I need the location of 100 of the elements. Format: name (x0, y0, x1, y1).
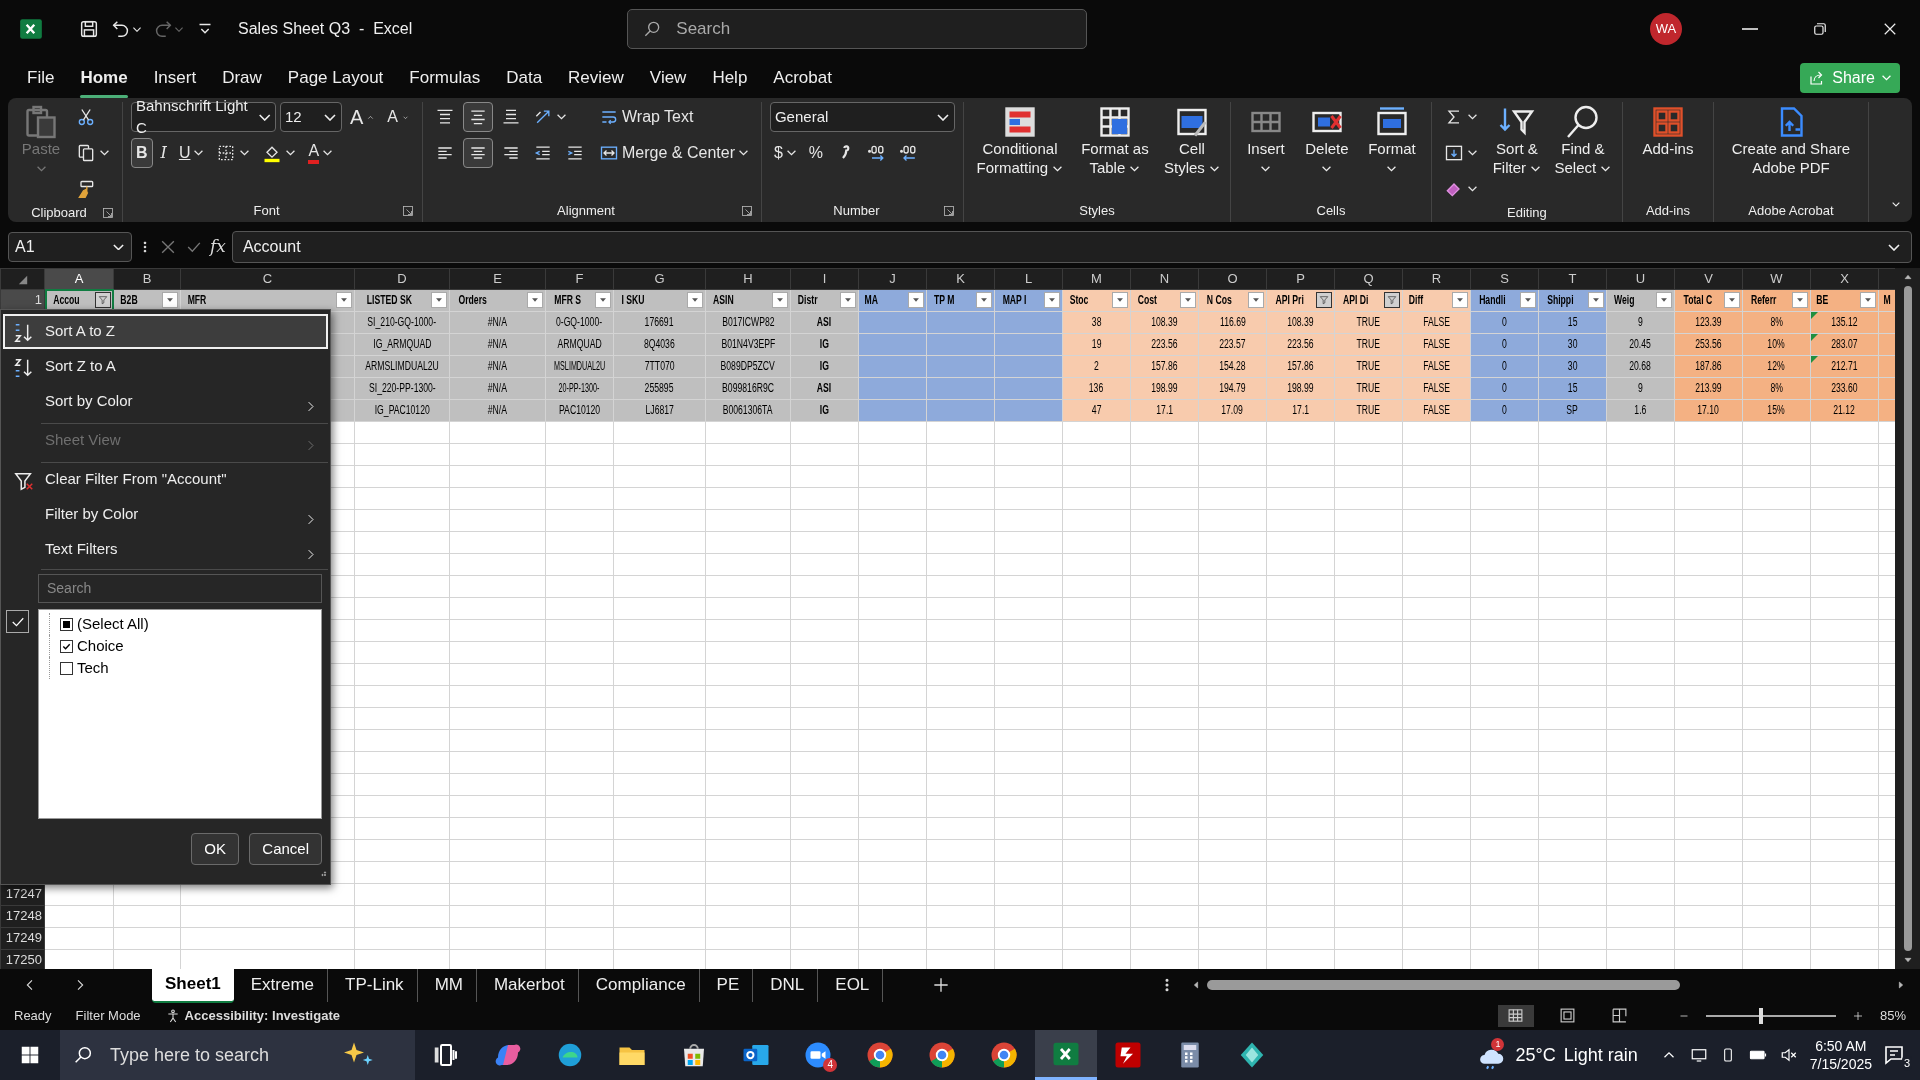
align-middle-button[interactable] (463, 102, 493, 132)
filter-button[interactable] (1044, 292, 1060, 308)
sheet-tab[interactable]: DNL (757, 968, 819, 1002)
create-pdf-button[interactable]: Create and Share Adobe PDF (1721, 102, 1860, 180)
filter-button[interactable] (431, 292, 447, 308)
menu-tab[interactable]: Data (493, 61, 556, 95)
checkbox-label[interactable]: (Select All) (77, 612, 149, 636)
filter-button[interactable] (1656, 292, 1672, 308)
scroll-left-icon[interactable] (1191, 980, 1201, 990)
filter-button[interactable] (1112, 292, 1128, 308)
filter-button[interactable] (1180, 292, 1196, 308)
column-heading[interactable]: O (1198, 268, 1267, 289)
filter-button[interactable] (687, 292, 703, 308)
search-input[interactable]: Search (45, 577, 315, 600)
checkbox[interactable] (60, 639, 73, 653)
menu-tab[interactable]: Acrobat (760, 61, 845, 95)
checkbox[interactable] (6, 610, 29, 633)
search-input[interactable]: Type here to search (108, 1040, 328, 1070)
column-heading[interactable]: B (113, 268, 181, 289)
column-heading[interactable]: C (180, 268, 355, 289)
row-number[interactable]: 17247 (0, 883, 45, 905)
column-heading[interactable]: I (790, 268, 859, 289)
column-heading[interactable]: R (1402, 268, 1471, 289)
column-heading[interactable]: Q (1334, 268, 1403, 289)
format-as-table-button[interactable]: Format as Table (1073, 102, 1156, 180)
filter-button[interactable] (1248, 292, 1264, 308)
filter-button[interactable] (1588, 292, 1604, 308)
menu-tab[interactable]: Review (555, 61, 637, 95)
filter-button[interactable] (1384, 292, 1400, 308)
insert-function-button[interactable]: fx (210, 234, 226, 260)
menu-item[interactable]: Text Filters (3, 532, 328, 567)
avatar[interactable]: WA (1650, 13, 1682, 45)
dialog-button[interactable]: OK (191, 833, 240, 865)
cell-styles-button[interactable]: Cell Styles (1161, 102, 1222, 180)
sheet-tab[interactable]: MM (421, 968, 477, 1002)
column-heading[interactable]: E (449, 268, 546, 289)
dialog-button[interactable]: Cancel (249, 833, 322, 865)
column-heading[interactable]: S (1470, 268, 1539, 289)
menu-item[interactable]: Sort A to Z (3, 314, 328, 349)
filter-button[interactable] (162, 292, 178, 308)
menu-tab[interactable]: View (636, 61, 700, 95)
filter-button[interactable] (1860, 292, 1876, 308)
sheet-tab[interactable]: Sheet1 (152, 967, 234, 1003)
filter-button[interactable] (1792, 292, 1808, 308)
taskbar-button[interactable]: 4 (787, 1030, 849, 1080)
percent-button[interactable]: % (804, 138, 828, 168)
column-heading[interactable]: J (858, 268, 927, 289)
filter-button[interactable] (908, 292, 924, 308)
menu-tab[interactable]: Insert (140, 61, 210, 95)
underline-button[interactable]: U (174, 138, 209, 168)
grow-font-button[interactable]: A (346, 102, 380, 132)
column-heading[interactable]: A (44, 268, 114, 289)
italic-button[interactable]: I (156, 138, 171, 168)
column-heading[interactable]: V (1674, 268, 1743, 289)
filter-button[interactable] (1520, 292, 1536, 308)
zoom-level[interactable]: 85% (1879, 1005, 1906, 1026)
menu-tab[interactable]: Page Layout (274, 61, 397, 95)
filter-button[interactable] (595, 292, 611, 308)
column-heading[interactable]: K (926, 268, 995, 289)
name-box[interactable]: A1 (8, 232, 132, 262)
sort-filter-button[interactable]: Sort & Filter (1487, 102, 1546, 180)
undo-button[interactable] (110, 18, 142, 40)
launcher-icon[interactable] (102, 207, 114, 219)
wrap-text-button[interactable]: Wrap Text (595, 102, 753, 132)
monitor-icon[interactable] (1689, 1046, 1708, 1064)
search-field[interactable]: Search (627, 9, 1088, 49)
formula-field[interactable]: Account (231, 231, 1912, 263)
sheet-tab[interactable]: EOL (822, 968, 884, 1002)
filter-button[interactable] (95, 292, 111, 308)
sheet-tab[interactable]: Extreme (237, 968, 329, 1002)
conditional-formatting-button[interactable]: Conditional Formatting (971, 102, 1068, 180)
menu-tab[interactable]: Formulas (396, 61, 494, 95)
column-heading[interactable]: G (613, 268, 706, 289)
font-size-field[interactable]: 12 (280, 102, 342, 132)
muted-speaker-icon[interactable] (1779, 1046, 1798, 1064)
filter-button[interactable] (1316, 292, 1332, 308)
column-heading[interactable]: T (1538, 268, 1607, 289)
center-button[interactable] (463, 138, 493, 168)
scroll-up-icon[interactable] (1902, 272, 1913, 282)
clock[interactable]: 6:50 AM 7/15/2025 (1809, 1036, 1872, 1074)
add-ins-button[interactable]: Add-ins (1630, 102, 1705, 161)
sheet-tab[interactable]: Compliance (582, 968, 700, 1002)
filter-button[interactable] (976, 292, 992, 308)
number-format-field[interactable]: General (769, 102, 955, 132)
find-select-button[interactable]: Find & Select (1551, 102, 1614, 180)
bold-button[interactable]: B (131, 138, 153, 168)
launcher-icon[interactable] (402, 205, 414, 217)
menu-item[interactable]: Sort by Color (3, 384, 328, 419)
sheet-tab[interactable]: TP-Link (332, 968, 418, 1002)
row-number[interactable]: 17249 (0, 927, 45, 949)
menu-item[interactable]: Sort Z to A (3, 349, 328, 384)
checkbox[interactable] (60, 661, 73, 675)
weather-widget[interactable]: 1 25°C Light rain (1477, 1040, 1638, 1070)
format-button[interactable]: Format (1360, 102, 1423, 180)
font-color-button[interactable]: A (304, 138, 338, 168)
column-heading[interactable]: W (1742, 268, 1811, 289)
view-button[interactable] (1497, 1004, 1534, 1027)
insert-button[interactable]: Insert (1238, 102, 1293, 180)
save-button[interactable] (78, 18, 100, 40)
menu-item[interactable]: Filter by Color (3, 497, 328, 532)
